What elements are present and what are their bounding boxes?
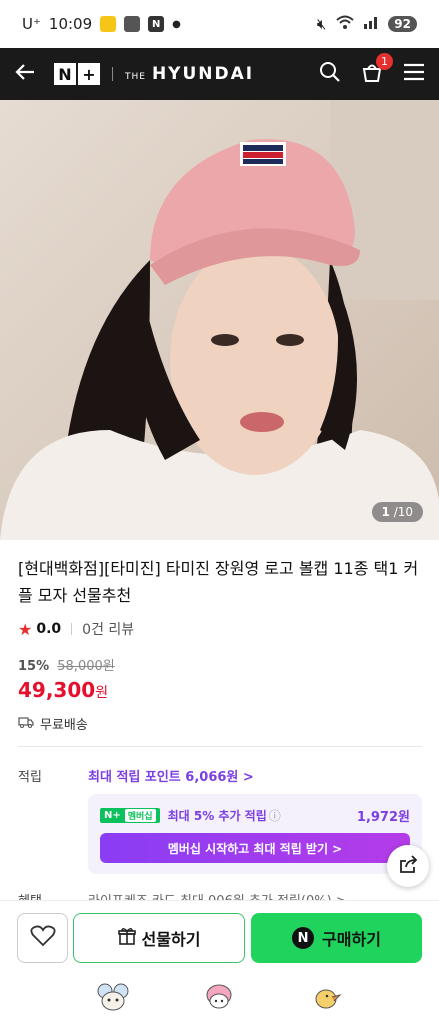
membership-extra-points: 최대 5% 추가 적립 bbox=[167, 809, 267, 823]
discount-rate: 15% bbox=[18, 659, 50, 674]
max-points-link[interactable]: 최대 적립 포인트 6,066원 > bbox=[88, 766, 254, 785]
share-button[interactable] bbox=[387, 845, 429, 887]
heart-icon bbox=[30, 925, 56, 951]
rating-score: 0.0 bbox=[36, 621, 62, 637]
gift-icon bbox=[117, 927, 136, 949]
truck-icon bbox=[18, 716, 34, 732]
wishlist-button[interactable] bbox=[17, 913, 68, 963]
bottom-action-bar: 선물하기 N 구매하기 bbox=[0, 900, 439, 1024]
cart-count-badge: 1 bbox=[376, 53, 393, 70]
status-bar: U⁺ 10:09 N ● 🔇︎ 92 bbox=[0, 0, 439, 48]
product-title: [현대백화점][타미진] 타미진 장원영 로고 볼캡 11종 택1 커플 모자 … bbox=[18, 559, 419, 605]
shipping-info: 무료배송 bbox=[18, 714, 422, 733]
star-icon: ★ bbox=[18, 619, 33, 639]
original-price: 58,000원 bbox=[57, 659, 115, 674]
mute-icon: 🔇︎ bbox=[316, 15, 327, 33]
clock: 10:09 bbox=[48, 15, 93, 33]
more-dot-icon: ● bbox=[172, 18, 181, 30]
notification-icon bbox=[100, 16, 117, 32]
search-icon[interactable] bbox=[319, 61, 341, 87]
share-icon bbox=[398, 855, 418, 877]
cart-icon[interactable]: 1 bbox=[361, 53, 393, 87]
buy-button[interactable]: N 구매하기 bbox=[251, 913, 422, 963]
membership-points-amount: 1,972원 bbox=[356, 810, 410, 825]
battery-indicator: 92 bbox=[388, 16, 417, 32]
image-counter: 1 /10 bbox=[371, 502, 423, 522]
mouse-character-icon[interactable] bbox=[97, 983, 129, 1011]
wifi-icon bbox=[336, 15, 354, 33]
start-membership-button[interactable]: 멤버십 시작하고 최대 적립 받기 > bbox=[100, 833, 410, 863]
site-logo[interactable]: N + THE HYUNDAI bbox=[54, 63, 254, 85]
brand-name: THE HYUNDAI bbox=[125, 64, 255, 84]
back-arrow-icon[interactable] bbox=[14, 63, 36, 85]
membership-box: N+ 멤버십 최대 5% 추가 적립 ⓘ 1,972원 멤버십 시작하고 최대 적… bbox=[88, 794, 422, 874]
sale-price: 49,300원 bbox=[18, 678, 109, 702]
naver-pay-icon: N bbox=[292, 927, 315, 949]
character-tab-bar bbox=[0, 983, 439, 1011]
duck-character-icon[interactable] bbox=[310, 983, 342, 1011]
review-count-link[interactable]: 0건 리뷰 bbox=[82, 619, 134, 639]
product-image-carousel[interactable]: 1 /10 bbox=[0, 100, 439, 540]
signal-icon bbox=[364, 15, 378, 33]
gift-button[interactable]: 선물하기 bbox=[73, 913, 245, 963]
naver-plus-membership-badge: N+ 멤버십 bbox=[100, 808, 160, 823]
info-icon[interactable]: ⓘ bbox=[269, 807, 281, 824]
naver-plus-logo: N + bbox=[54, 63, 100, 85]
points-label: 적립 bbox=[18, 770, 42, 785]
menu-icon[interactable] bbox=[403, 63, 425, 85]
top-nav-bar: N + THE HYUNDAI 1 bbox=[0, 48, 439, 100]
carrier-label: U⁺ bbox=[22, 15, 41, 33]
product-photo bbox=[0, 100, 439, 540]
naver-notification-icon: N bbox=[148, 16, 165, 32]
notification-icon bbox=[124, 16, 141, 32]
my-melody-character-icon[interactable] bbox=[203, 983, 235, 1011]
